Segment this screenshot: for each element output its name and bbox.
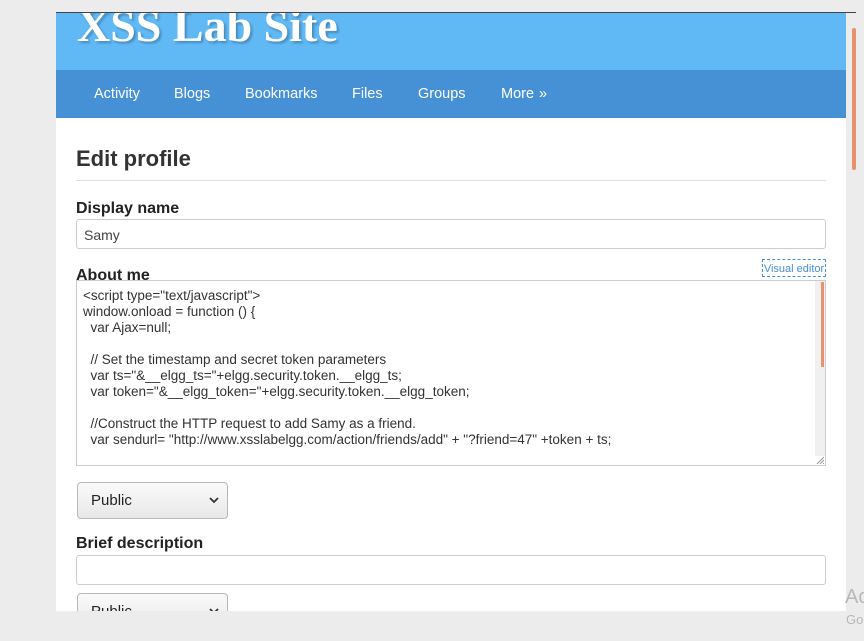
page-scrollbar[interactable] bbox=[848, 13, 864, 611]
about-me-textarea[interactable]: <script type="text/javascript"> window.o… bbox=[76, 280, 826, 466]
code-line: var Ajax=null; bbox=[83, 320, 172, 335]
os-activation-watermark-sub: Go bbox=[846, 612, 864, 627]
about-me-access-value: Public bbox=[91, 492, 132, 509]
site-title[interactable]: XSS Lab Site bbox=[77, 13, 338, 49]
page-title: Edit profile bbox=[76, 146, 191, 171]
code-line: window.onload = function () { bbox=[83, 304, 256, 319]
display-name-label: Display name bbox=[76, 200, 180, 217]
double-chevron-right-icon: » bbox=[539, 86, 548, 102]
chevron-down-icon bbox=[209, 594, 219, 611]
brief-description-label: Brief description bbox=[76, 535, 204, 552]
nav-item-more-label: More bbox=[501, 86, 535, 102]
nav-item-bookmarks[interactable]: Bookmarks bbox=[245, 70, 318, 118]
nav-item-more[interactable]: More» bbox=[501, 70, 547, 118]
textarea-scrollbar[interactable] bbox=[815, 281, 825, 456]
nav-item-blogs[interactable]: Blogs bbox=[174, 70, 210, 118]
code-line: // Set the timestamp and secret token pa… bbox=[83, 352, 387, 367]
display-name-input[interactable]: Samy bbox=[76, 219, 826, 249]
title-divider bbox=[76, 180, 826, 181]
code-line: var token="&__elgg_token="+elgg.security… bbox=[83, 384, 470, 399]
page-scroll-thumb[interactable] bbox=[852, 28, 856, 170]
resize-handle-icon[interactable] bbox=[816, 456, 824, 464]
about-me-access-select[interactable]: Public bbox=[77, 482, 228, 519]
code-line: var sendurl= "http://www.xsslabelgg.com/… bbox=[83, 432, 612, 447]
window-bottom-area bbox=[0, 611, 864, 641]
nav-item-activity[interactable]: Activity bbox=[94, 70, 140, 118]
textarea-scroll-thumb[interactable] bbox=[821, 282, 824, 367]
chevron-down-icon bbox=[209, 483, 219, 518]
os-activation-watermark: Ac bbox=[845, 586, 864, 608]
visual-editor-link[interactable]: Visual editor bbox=[762, 259, 826, 277]
brief-description-input[interactable] bbox=[76, 555, 826, 585]
nav-item-files[interactable]: Files bbox=[352, 70, 383, 118]
code-line: var ts="&__elgg_ts="+elgg.security.token… bbox=[83, 368, 402, 383]
site-header: XSS Lab Site bbox=[56, 13, 846, 70]
brief-description-access-select[interactable]: Public bbox=[77, 593, 228, 611]
brief-description-access-value: Public bbox=[91, 603, 132, 611]
main-nav: Activity Blogs Bookmarks Files Groups Mo… bbox=[56, 70, 846, 118]
nav-item-groups[interactable]: Groups bbox=[418, 70, 466, 118]
code-line: <script type="text/javascript"> bbox=[83, 288, 261, 303]
code-line: //Construct the HTTP request to add Samy… bbox=[83, 416, 416, 431]
page-container: XSS Lab Site Activity Blogs Bookmarks Fi… bbox=[56, 13, 846, 611]
